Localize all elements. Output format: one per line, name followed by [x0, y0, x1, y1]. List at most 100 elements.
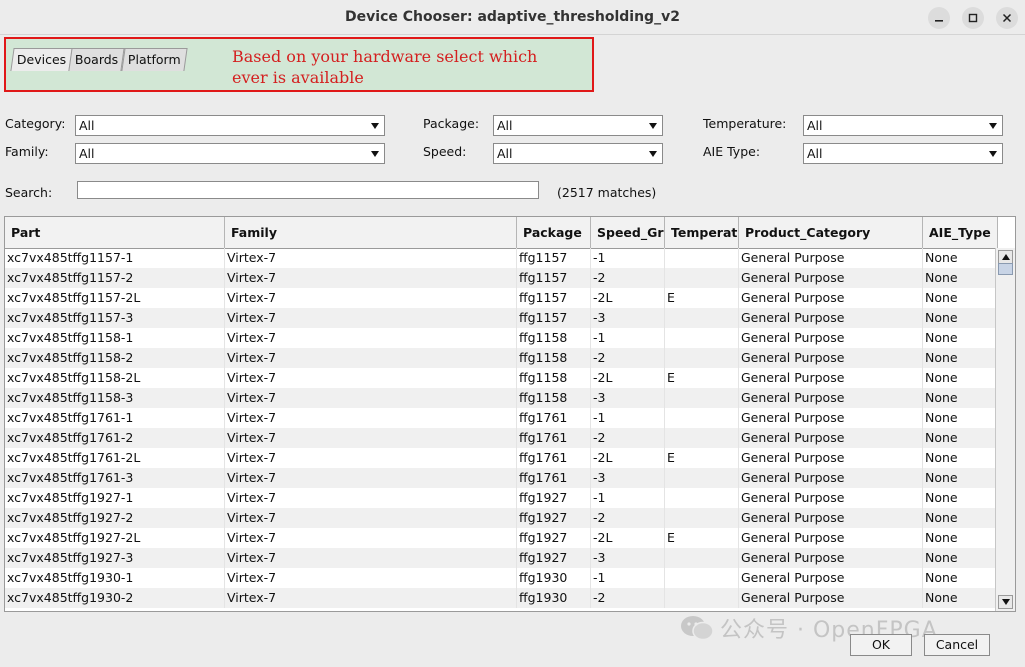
cell-part: xc7vx485tffg1927-2 [5, 508, 225, 528]
column-header-package[interactable]: Package [517, 217, 591, 248]
table-row[interactable]: xc7vx485tffg1157-1 Virtex-7 ffg1157 -1 Gener… [5, 248, 998, 268]
column-header-part[interactable]: Part [5, 217, 225, 248]
table-row[interactable]: xc7vx485tffg1927-1 Virtex-7 ffg1927 -1 Gener… [5, 488, 998, 508]
cell-temperature [665, 268, 739, 288]
cell-part: xc7vx485tffg1158-2L [5, 368, 225, 388]
cell-package: ffg1930 [517, 568, 591, 588]
table-row[interactable]: xc7vx485tffg1930-2 Virtex-7 ffg1930 -2 Gener… [5, 588, 998, 608]
cell-part: xc7vx485tffg1927-2L [5, 528, 225, 548]
cell-speed-grade: -3 [591, 388, 665, 408]
cell-family: Virtex-7 [225, 248, 517, 268]
ok-button[interactable]: OK [850, 634, 912, 656]
cell-temperature [665, 388, 739, 408]
table-row[interactable]: xc7vx485tffg1927-2 Virtex-7 ffg1927 -2 Gener… [5, 508, 998, 528]
scroll-down-button[interactable] [998, 595, 1013, 609]
cell-temperature [665, 308, 739, 328]
vertical-scrollbar[interactable] [995, 248, 1015, 611]
cell-speed-grade: -2L [591, 288, 665, 308]
table-row[interactable]: xc7vx485tffg1157-2L Virtex-7 ffg1157 -2L E Ge… [5, 288, 998, 308]
scroll-up-button[interactable] [998, 250, 1013, 264]
tab-platform[interactable]: Platform [120, 48, 187, 71]
table-row[interactable]: xc7vx485tffg1930-1 Virtex-7 ffg1930 -1 Gener… [5, 568, 998, 588]
table-row[interactable]: xc7vx485tffg1927-3 Virtex-7 ffg1927 -3 Gener… [5, 548, 998, 568]
cell-product-category: General Purpose [739, 508, 923, 528]
cell-part: xc7vx485tffg1930-1 [5, 568, 225, 588]
cell-family: Virtex-7 [225, 308, 517, 328]
table-row[interactable]: xc7vx485tffg1158-2L Virtex-7 ffg1158 -2L E Ge… [5, 368, 998, 388]
cell-family: Virtex-7 [225, 328, 517, 348]
speed-select[interactable]: All [493, 143, 663, 164]
table-row[interactable]: xc7vx485tffg1158-2 Virtex-7 ffg1158 -2 Gener… [5, 348, 998, 368]
cell-speed-grade: -1 [591, 248, 665, 268]
table-row[interactable]: xc7vx485tffg1157-2 Virtex-7 ffg1157 -2 Gener… [5, 268, 998, 288]
cancel-button[interactable]: Cancel [924, 634, 990, 656]
cell-package: ffg1930 [517, 588, 591, 608]
cell-aie-type: None [923, 448, 998, 468]
cell-product-category: General Purpose [739, 568, 923, 588]
cell-aie-type: None [923, 308, 998, 328]
minimize-icon [935, 20, 943, 22]
scrollbar-thumb[interactable] [998, 263, 1013, 275]
cell-speed-grade: -2 [591, 508, 665, 528]
column-header-product-category[interactable]: Product_Category [739, 217, 923, 248]
cell-speed-grade: -2L [591, 368, 665, 388]
cell-aie-type: None [923, 368, 998, 388]
maximize-button[interactable] [962, 7, 984, 29]
table-row[interactable]: xc7vx485tffg1158-3 Virtex-7 ffg1158 -3 Gener… [5, 388, 998, 408]
minimize-button[interactable] [928, 7, 950, 29]
close-button[interactable] [996, 7, 1018, 29]
cell-part: xc7vx485tffg1157-3 [5, 308, 225, 328]
cell-family: Virtex-7 [225, 348, 517, 368]
search-input[interactable] [77, 181, 539, 199]
cell-package: ffg1157 [517, 268, 591, 288]
cell-family: Virtex-7 [225, 488, 517, 508]
cell-temperature [665, 568, 739, 588]
cell-family: Virtex-7 [225, 568, 517, 588]
cell-aie-type: None [923, 388, 998, 408]
package-select[interactable]: All [493, 115, 663, 136]
cell-temperature [665, 508, 739, 528]
column-header-family[interactable]: Family [225, 217, 517, 248]
temperature-select[interactable]: All [803, 115, 1003, 136]
tab-bar: Devices Boards Platform [10, 48, 187, 72]
column-header-temperature[interactable]: Temperature [665, 217, 739, 248]
cell-package: ffg1157 [517, 288, 591, 308]
cell-package: ffg1158 [517, 348, 591, 368]
cell-aie-type: None [923, 428, 998, 448]
family-select[interactable]: All [75, 143, 385, 164]
cell-family: Virtex-7 [225, 548, 517, 568]
cell-product-category: General Purpose [739, 348, 923, 368]
chevron-down-icon [649, 122, 657, 129]
table-row[interactable]: xc7vx485tffg1927-2L Virtex-7 ffg1927 -2L E Ge… [5, 528, 998, 548]
chevron-down-icon [649, 150, 657, 157]
cell-temperature [665, 408, 739, 428]
annotation-box: Devices Boards Platform Based on your ha… [4, 37, 594, 92]
chevron-down-icon [371, 122, 379, 129]
column-header-aie-type[interactable]: AIE_Type [923, 217, 998, 248]
aie-type-label: AIE Type: [703, 144, 761, 159]
cell-aie-type: None [923, 408, 998, 428]
table-row[interactable]: xc7vx485tffg1761-1 Virtex-7 ffg1761 -1 Gener… [5, 408, 998, 428]
speed-label: Speed: [423, 144, 467, 159]
table-row[interactable]: xc7vx485tffg1157-3 Virtex-7 ffg1157 -3 Gener… [5, 308, 998, 328]
category-select[interactable]: All [75, 115, 385, 136]
column-header-speed-grade[interactable]: Speed_Grade [591, 217, 665, 248]
cell-speed-grade: -1 [591, 568, 665, 588]
cell-product-category: General Purpose [739, 308, 923, 328]
family-value: All [79, 146, 95, 161]
table-row[interactable]: xc7vx485tffg1761-2 Virtex-7 ffg1761 -2 Gener… [5, 428, 998, 448]
cell-package: ffg1158 [517, 328, 591, 348]
aie-type-select[interactable]: All [803, 143, 1003, 164]
aie-type-value: All [807, 146, 823, 161]
annotation-text: Based on your hardware select which ever… [232, 47, 538, 87]
tab-devices[interactable]: Devices [10, 48, 73, 71]
table-row[interactable]: xc7vx485tffg1761-2L Virtex-7 ffg1761 -2L E Ge… [5, 448, 998, 468]
search-label: Search: [5, 185, 53, 200]
cell-speed-grade: -2L [591, 448, 665, 468]
tab-boards[interactable]: Boards [68, 48, 126, 71]
cell-aie-type: None [923, 508, 998, 528]
table-row[interactable]: xc7vx485tffg1158-1 Virtex-7 ffg1158 -1 Gener… [5, 328, 998, 348]
cell-part: xc7vx485tffg1761-2L [5, 448, 225, 468]
cell-aie-type: None [923, 268, 998, 288]
table-row[interactable]: xc7vx485tffg1761-3 Virtex-7 ffg1761 -3 Gener… [5, 468, 998, 488]
